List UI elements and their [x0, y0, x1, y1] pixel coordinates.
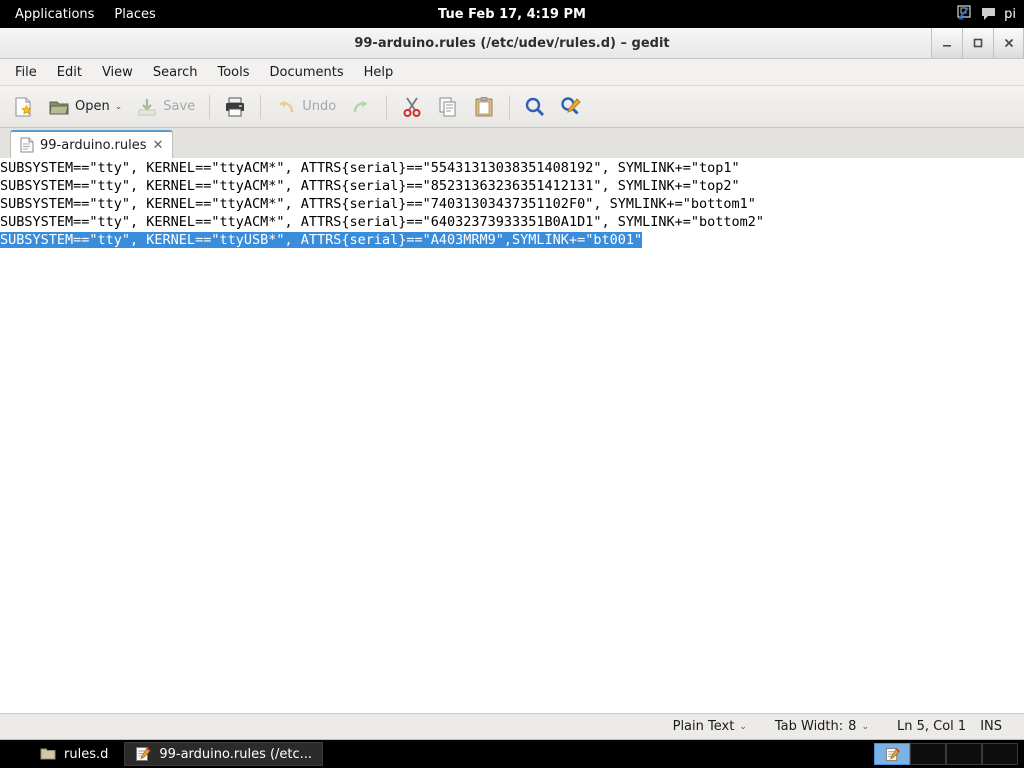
- toolbar-separator: [509, 94, 511, 119]
- chevron-down-icon[interactable]: ⌄: [115, 102, 123, 112]
- gedit-icon: [885, 747, 900, 762]
- maximize-icon: [973, 38, 983, 48]
- search-icon: [524, 96, 546, 118]
- chat-bubble-icon[interactable]: [981, 7, 996, 21]
- printer-icon: [224, 96, 246, 118]
- gedit-window: 99-arduino.rules (/etc/udev/rules.d) – g…: [0, 28, 1024, 740]
- cut-button[interactable]: [395, 92, 429, 122]
- panel-tray: pi: [955, 5, 1024, 23]
- menu-search[interactable]: Search: [143, 61, 208, 84]
- maximize-button[interactable]: [962, 28, 993, 58]
- code-line-selected[interactable]: SUBSYSTEM=="tty", KERNEL=="ttyUSB*", ATT…: [0, 231, 1024, 249]
- code-line[interactable]: SUBSYSTEM=="tty", KERNEL=="ttyACM*", ATT…: [0, 159, 1024, 177]
- tab-width-value: 8: [848, 719, 857, 734]
- close-button[interactable]: [993, 28, 1024, 58]
- open-folder-icon: [48, 96, 70, 118]
- text-file-icon: [20, 137, 34, 153]
- copy-button[interactable]: [431, 92, 465, 122]
- menu-help[interactable]: Help: [354, 61, 404, 84]
- code-line[interactable]: SUBSYSTEM=="tty", KERNEL=="ttyACM*", ATT…: [0, 213, 1024, 231]
- open-button[interactable]: Open ⌄: [42, 92, 128, 122]
- undo-icon: [275, 96, 297, 118]
- desktop-top-panel: Applications Places Tue Feb 17, 4:19 PM …: [0, 0, 1024, 28]
- gedit-menubar: File Edit View Search Tools Documents He…: [0, 59, 1024, 86]
- taskbar-item-rules-d[interactable]: rules.d: [30, 742, 118, 766]
- menu-file[interactable]: File: [5, 61, 47, 84]
- save-icon: [136, 96, 158, 118]
- menu-view[interactable]: View: [92, 61, 143, 84]
- undo-button-label: Undo: [302, 99, 337, 114]
- workspace-switcher: [874, 743, 1018, 765]
- undo-button[interactable]: Undo: [269, 92, 342, 122]
- menu-edit[interactable]: Edit: [47, 61, 92, 84]
- workspace-2[interactable]: [910, 743, 946, 765]
- document-tabbar: 99-arduino.rules ✕: [0, 128, 1024, 158]
- gedit-icon: [135, 746, 151, 762]
- find-replace-icon: [560, 96, 582, 118]
- insert-mode-indicator: INS: [980, 719, 1002, 734]
- panel-username[interactable]: pi: [1004, 7, 1016, 22]
- save-button[interactable]: Save: [130, 92, 201, 122]
- tab-label: 99-arduino.rules: [40, 137, 147, 153]
- taskbar-item-label: rules.d: [64, 746, 109, 762]
- window-titlebar: 99-arduino.rules (/etc/udev/rules.d) – g…: [0, 28, 1024, 59]
- window-title: 99-arduino.rules (/etc/udev/rules.d) – g…: [354, 35, 670, 51]
- chevron-down-icon[interactable]: ⌄: [739, 722, 747, 732]
- close-icon: [1004, 38, 1013, 48]
- open-button-label: Open: [75, 99, 110, 114]
- workspace-1[interactable]: [874, 743, 910, 765]
- window-controls: [931, 28, 1024, 58]
- minimize-icon: [943, 45, 951, 47]
- pen-tablet-icon[interactable]: [955, 5, 973, 23]
- new-document-icon: [12, 96, 34, 118]
- applications-menu[interactable]: Applications: [6, 3, 103, 26]
- paste-icon: [473, 96, 495, 118]
- code-line[interactable]: SUBSYSTEM=="tty", KERNEL=="ttyACM*", ATT…: [0, 195, 1024, 213]
- toolbar-separator: [209, 94, 211, 119]
- cursor-position: Ln 5, Col 1: [896, 719, 967, 734]
- print-button[interactable]: [218, 92, 252, 122]
- workspace-3[interactable]: [946, 743, 982, 765]
- menu-tools[interactable]: Tools: [207, 61, 259, 84]
- toolbar-separator: [260, 94, 262, 119]
- taskbar-item-label: 99-arduino.rules (/etc...: [159, 746, 313, 762]
- taskbar-item-gedit[interactable]: 99-arduino.rules (/etc...: [124, 742, 324, 766]
- places-menu[interactable]: Places: [105, 3, 164, 26]
- redo-button[interactable]: [344, 92, 378, 122]
- gedit-toolbar: Open ⌄ Save Undo: [0, 86, 1024, 128]
- toolbar-separator: [386, 94, 388, 119]
- minimize-button[interactable]: [931, 28, 962, 58]
- folder-icon: [40, 747, 56, 761]
- find-button[interactable]: [518, 92, 552, 122]
- chevron-down-icon[interactable]: ⌄: [861, 722, 869, 732]
- tab-width-selector[interactable]: Tab Width: 8 ⌄: [761, 719, 883, 734]
- tab-width-label: Tab Width:: [774, 719, 844, 734]
- panel-menu-group: Applications Places: [0, 3, 165, 26]
- save-button-label: Save: [163, 99, 196, 114]
- code-line[interactable]: SUBSYSTEM=="tty", KERNEL=="ttyACM*", ATT…: [0, 177, 1024, 195]
- workspace-4[interactable]: [982, 743, 1018, 765]
- text-editor-area[interactable]: SUBSYSTEM=="tty", KERNEL=="ttyACM*", ATT…: [0, 158, 1024, 713]
- selected-text[interactable]: SUBSYSTEM=="tty", KERNEL=="ttyUSB*", ATT…: [0, 232, 643, 248]
- copy-icon: [437, 96, 459, 118]
- replace-button[interactable]: [554, 92, 588, 122]
- tab-close-icon[interactable]: ✕: [152, 138, 163, 153]
- redo-icon: [350, 96, 372, 118]
- scissors-icon: [401, 96, 423, 118]
- tab-99-arduino-rules[interactable]: 99-arduino.rules ✕: [10, 130, 174, 158]
- desktop-taskbar: rules.d 99-arduino.rules (/etc...: [0, 740, 1024, 768]
- new-document-button[interactable]: [6, 92, 40, 122]
- menu-documents[interactable]: Documents: [260, 61, 354, 84]
- language-selector[interactable]: Plain Text ⌄: [659, 719, 761, 734]
- paste-button[interactable]: [467, 92, 501, 122]
- gedit-statusbar: Plain Text ⌄ Tab Width: 8 ⌄ Ln 5, Col 1 …: [0, 713, 1024, 739]
- language-label: Plain Text: [672, 719, 735, 734]
